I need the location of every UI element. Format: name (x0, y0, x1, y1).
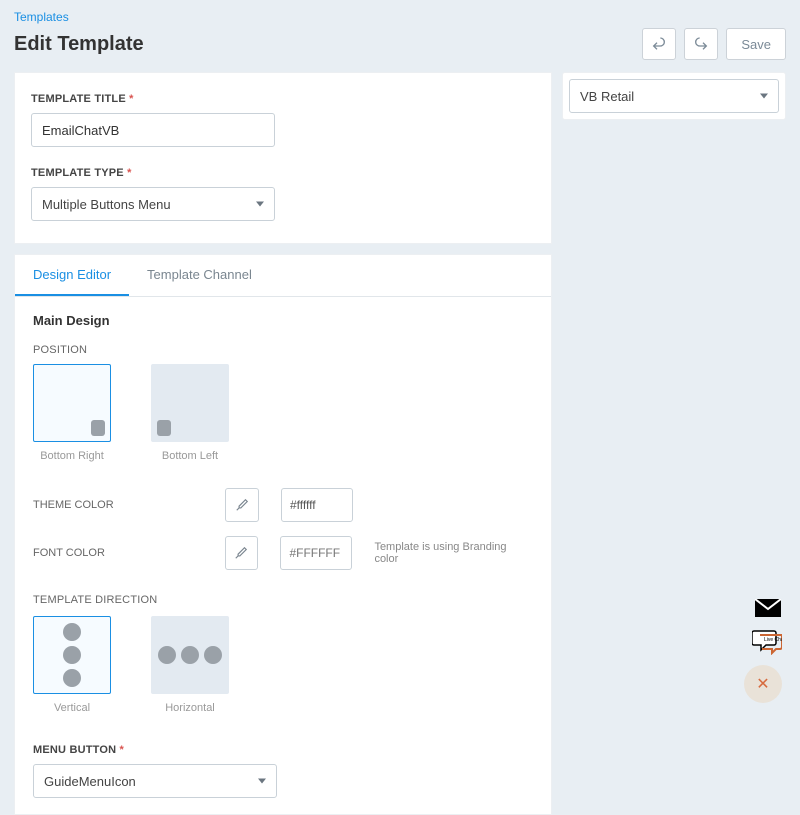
direction-option-vertical[interactable]: Vertical (33, 616, 111, 714)
brand-select[interactable]: VB Retail (569, 79, 779, 113)
font-color-note: Template is using Branding color (374, 541, 533, 565)
position-option-bottom-left[interactable]: Bottom Left (151, 364, 229, 462)
position-marker-icon (91, 420, 105, 436)
dot-icon (63, 646, 81, 664)
theme-color-picker[interactable] (225, 488, 259, 522)
template-title-label: TEMPLATE TITLE * (31, 93, 134, 105)
save-button[interactable]: Save (726, 28, 786, 60)
template-title-input[interactable] (31, 113, 275, 147)
undo-button[interactable] (642, 28, 676, 60)
page-title: Edit Template (14, 33, 144, 56)
font-color-label: FONT COLOR (33, 547, 203, 559)
editor-panel: Design Editor Template Channel Main Desi… (14, 254, 552, 815)
template-type-select[interactable]: Multiple Buttons Menu (31, 187, 275, 221)
template-form-panel: TEMPLATE TITLE * TEMPLATE TYPE * Multipl… (14, 72, 552, 244)
direction-option-horizontal[interactable]: Horizontal (151, 616, 229, 714)
template-type-label: TEMPLATE TYPE * (31, 167, 132, 179)
eyedropper-icon (234, 546, 248, 560)
dot-icon (158, 646, 176, 664)
position-option-bottom-right[interactable]: Bottom Right (33, 364, 111, 462)
position-caption-br: Bottom Right (33, 450, 111, 462)
direction-caption-v: Vertical (33, 702, 111, 714)
email-icon[interactable] (754, 599, 782, 617)
position-label: POSITION (33, 344, 533, 356)
live-chat-icon[interactable]: Live Chat (752, 629, 782, 655)
breadcrumb-templates[interactable]: Templates (14, 10, 69, 24)
position-caption-bl: Bottom Left (151, 450, 229, 462)
redo-button[interactable] (684, 28, 718, 60)
menu-button-select[interactable]: GuideMenuIcon (33, 764, 277, 798)
dot-icon (204, 646, 222, 664)
dot-icon (181, 646, 199, 664)
close-widget-button[interactable]: ✕ (744, 665, 782, 703)
menu-button-label: MENU BUTTON * (33, 744, 124, 756)
redo-icon (693, 36, 709, 52)
font-color-picker[interactable] (225, 536, 259, 570)
tab-template-channel[interactable]: Template Channel (129, 255, 270, 296)
dot-icon (63, 623, 81, 641)
theme-color-input[interactable] (281, 488, 353, 522)
theme-color-label: THEME COLOR (33, 499, 203, 511)
template-direction-label: TEMPLATE DIRECTION (33, 594, 533, 606)
direction-caption-h: Horizontal (151, 702, 229, 714)
eyedropper-icon (235, 498, 249, 512)
tab-design-editor[interactable]: Design Editor (15, 255, 129, 296)
dot-icon (63, 669, 81, 687)
position-marker-icon (157, 420, 171, 436)
font-color-input[interactable] (280, 536, 352, 570)
undo-icon (651, 36, 667, 52)
svg-text:Live Chat: Live Chat (764, 637, 782, 643)
main-design-heading: Main Design (33, 313, 533, 328)
close-icon: ✕ (756, 674, 769, 694)
